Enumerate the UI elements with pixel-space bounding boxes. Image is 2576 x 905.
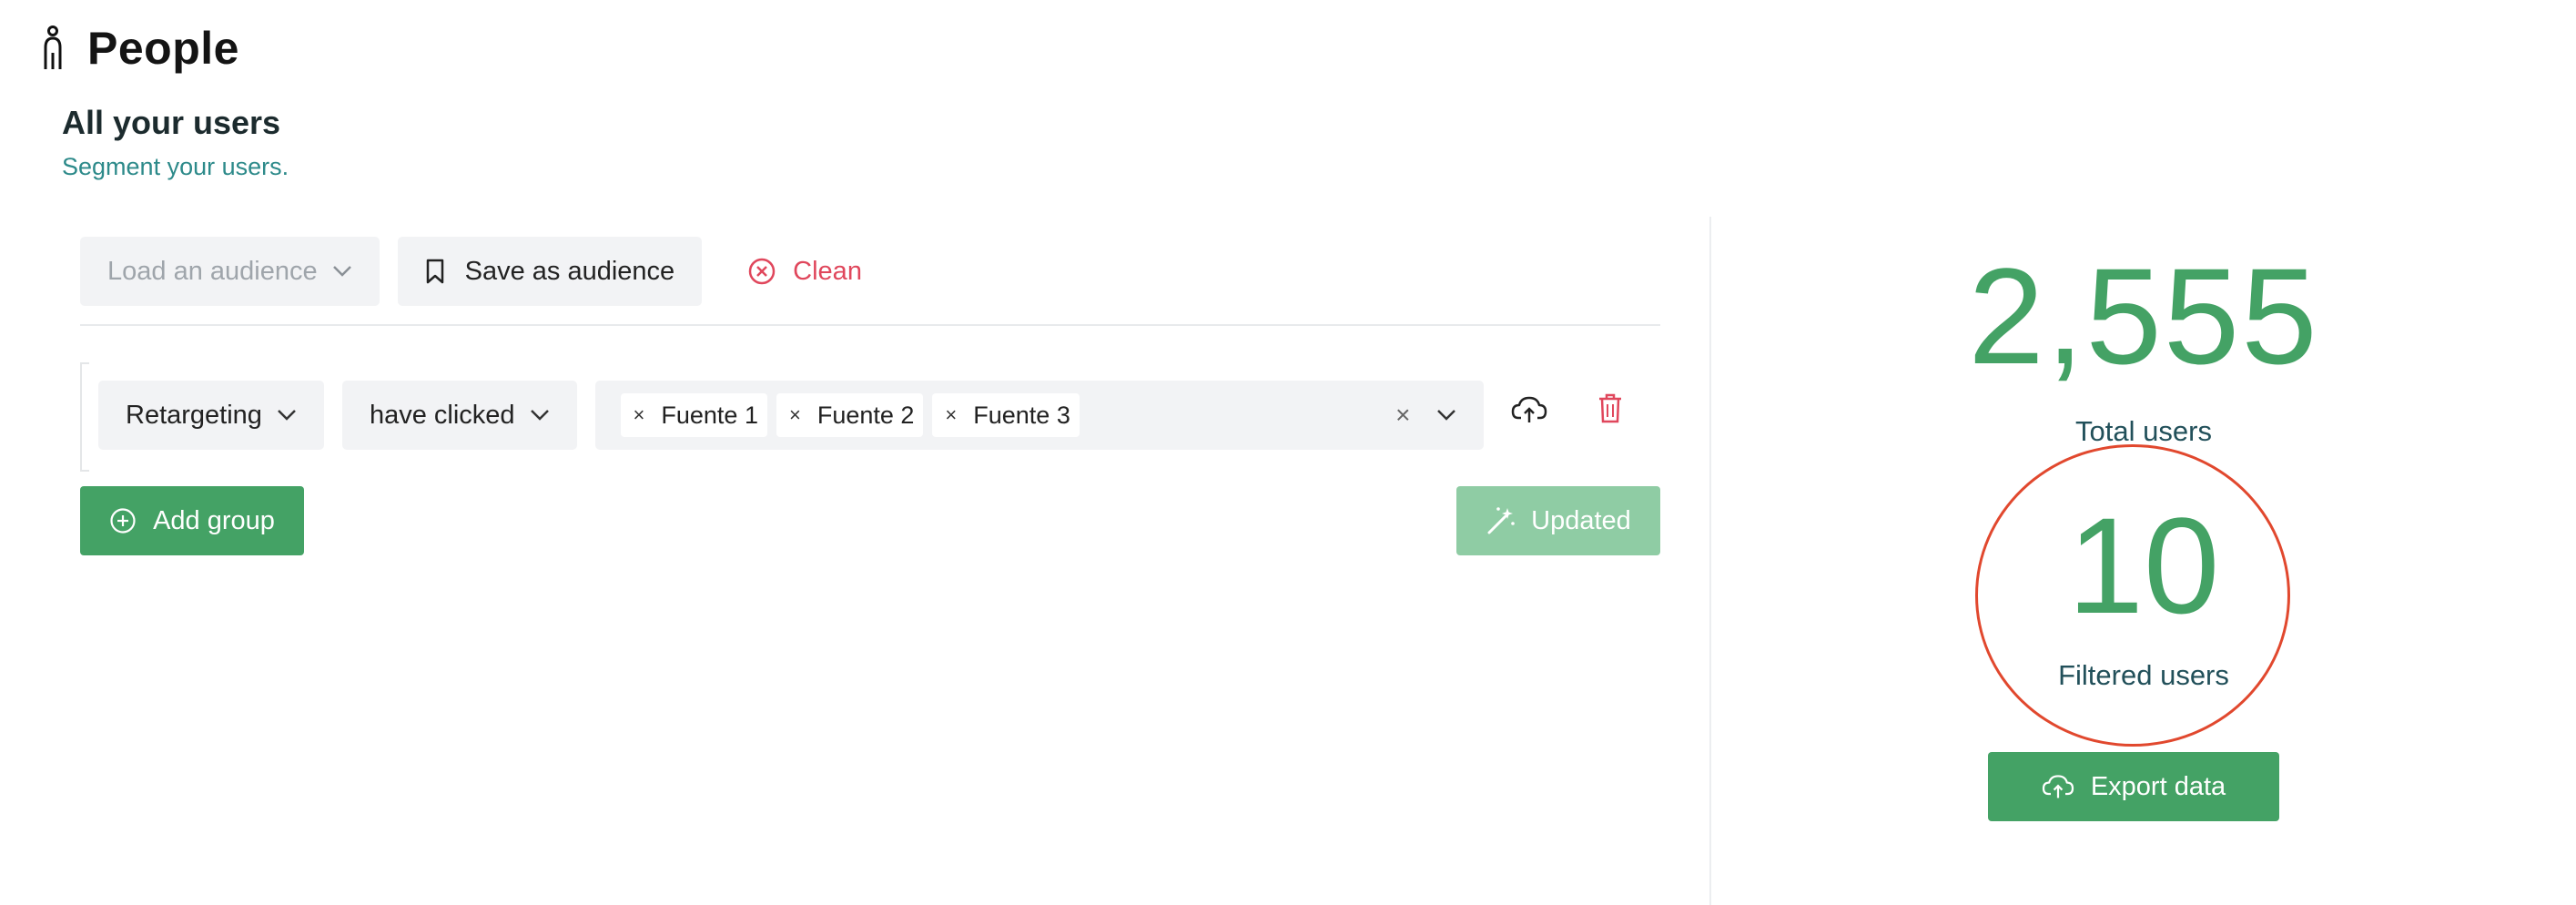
tag-chip[interactable]: × Fuente 3 bbox=[932, 393, 1080, 437]
people-page: People All your users Segment your users… bbox=[0, 0, 2576, 905]
clean-label: Clean bbox=[793, 256, 862, 286]
section-subtitle: Segment your users. bbox=[62, 153, 289, 180]
operator-select-value: have clicked bbox=[369, 400, 515, 430]
audience-toolbar: Load an audience Save as audience Clean bbox=[80, 237, 889, 306]
save-audience-label: Save as audience bbox=[464, 256, 675, 286]
filter-rule-row: Retargeting have clicked × Fuente 1 × Fu… bbox=[98, 381, 1484, 450]
clean-button[interactable]: Clean bbox=[720, 237, 889, 306]
cloud-upload-icon[interactable] bbox=[1511, 391, 1547, 428]
add-group-label: Add group bbox=[153, 505, 275, 535]
tag-chip[interactable]: × Fuente 2 bbox=[776, 393, 924, 437]
field-select-value: Retargeting bbox=[126, 400, 262, 430]
chevron-down-icon bbox=[278, 410, 296, 421]
tag-label: Fuente 2 bbox=[816, 401, 915, 429]
tag-label: Fuente 3 bbox=[973, 401, 1070, 429]
export-data-label: Export data bbox=[2090, 771, 2226, 801]
field-select[interactable]: Retargeting bbox=[98, 381, 324, 450]
toolbar-divider bbox=[80, 324, 1660, 326]
magic-wand-icon bbox=[1487, 507, 1515, 534]
export-data-button[interactable]: Export data bbox=[1988, 752, 2279, 821]
save-audience-button[interactable]: Save as audience bbox=[397, 237, 703, 306]
values-multiselect[interactable]: × Fuente 1 × Fuente 2 × Fuente 3 × bbox=[594, 381, 1484, 450]
cloud-upload-icon bbox=[2042, 775, 2074, 798]
total-users-label: Total users bbox=[2075, 415, 2212, 447]
total-users-count: 2,555 bbox=[1968, 239, 2319, 392]
trash-icon[interactable] bbox=[1597, 391, 1624, 424]
updated-label: Updated bbox=[1531, 505, 1631, 535]
updated-button[interactable]: Updated bbox=[1456, 486, 1660, 555]
tag-chip[interactable]: × Fuente 1 bbox=[620, 393, 767, 437]
chevron-down-icon bbox=[332, 266, 351, 277]
bookmark-icon bbox=[426, 259, 443, 284]
circle-x-icon bbox=[748, 258, 776, 285]
chevron-down-icon[interactable] bbox=[1436, 409, 1456, 422]
person-icon bbox=[44, 25, 62, 69]
page-header: People bbox=[40, 22, 239, 75]
remove-tag-icon[interactable]: × bbox=[789, 403, 801, 427]
tag-label: Fuente 1 bbox=[661, 401, 758, 429]
remove-tag-icon[interactable]: × bbox=[634, 403, 645, 427]
section-title: All your users bbox=[62, 104, 281, 141]
page-title: People bbox=[87, 23, 239, 74]
highlight-annotation-circle bbox=[1975, 444, 2290, 747]
remove-tag-icon[interactable]: × bbox=[945, 403, 957, 427]
load-audience-dropdown[interactable]: Load an audience bbox=[80, 237, 380, 306]
group-bracket bbox=[80, 362, 89, 472]
plus-circle-icon bbox=[110, 508, 136, 534]
chevron-down-icon bbox=[530, 410, 549, 421]
clear-tags-icon[interactable]: × bbox=[1395, 401, 1410, 430]
operator-select[interactable]: have clicked bbox=[341, 381, 577, 450]
add-group-button[interactable]: Add group bbox=[80, 486, 304, 555]
load-audience-label: Load an audience bbox=[107, 256, 318, 286]
